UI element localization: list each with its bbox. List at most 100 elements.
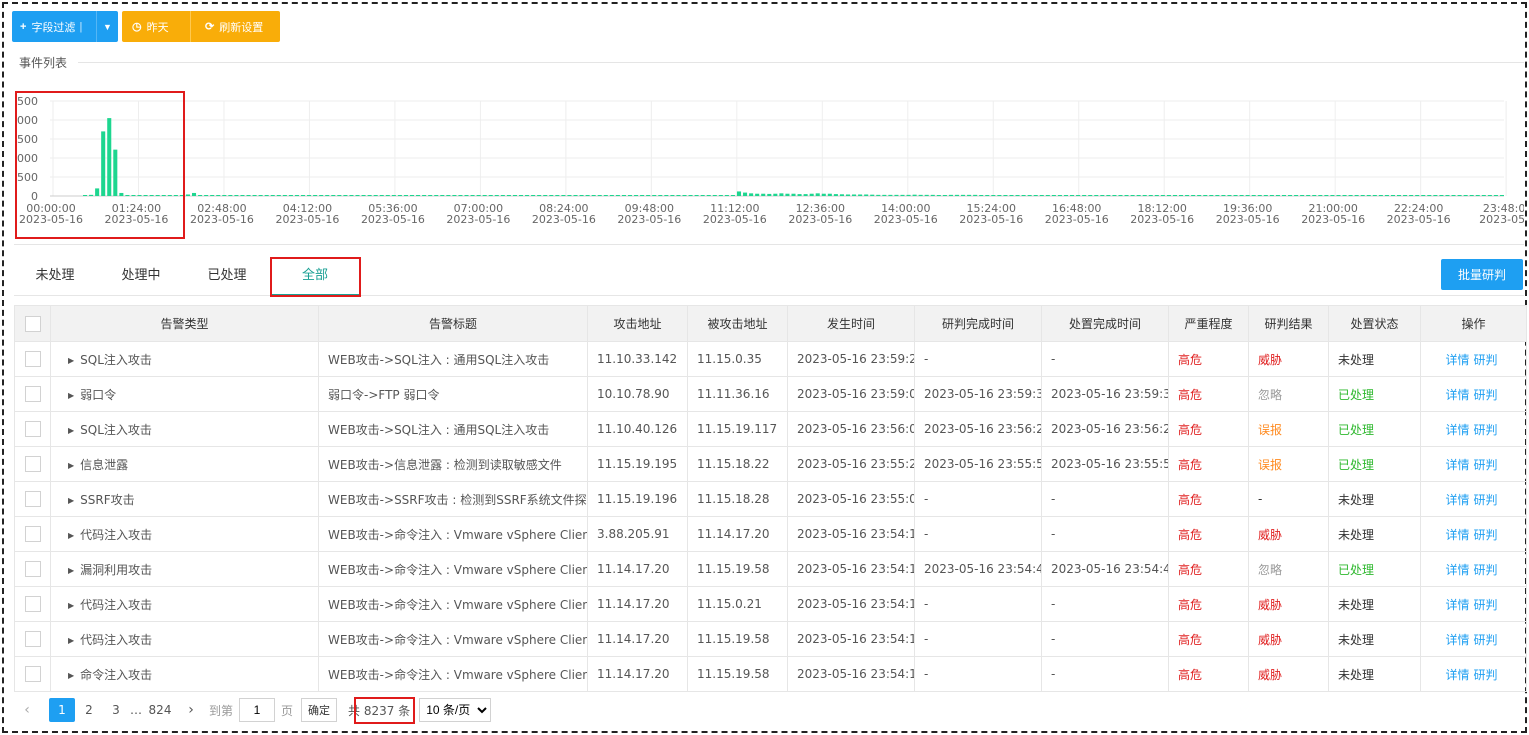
row-select-cell (14, 481, 51, 517)
histogram-bar (131, 195, 136, 196)
field-filter-button[interactable]: + 字段过滤 | (12, 11, 96, 42)
histogram-bar (985, 195, 990, 196)
judge-link[interactable]: 研判 (1474, 388, 1498, 402)
histogram-bar (1166, 195, 1171, 196)
histogram-bar (1045, 195, 1050, 196)
row-checkbox[interactable] (24, 561, 41, 577)
select-all-checkbox[interactable] (24, 315, 41, 332)
page-last[interactable]: 824 (147, 698, 173, 722)
histogram-bar (694, 195, 699, 196)
histogram-bar (912, 194, 917, 196)
expand-caret-icon[interactable]: ▶ (68, 391, 74, 400)
expand-caret-icon[interactable]: ▶ (68, 496, 74, 505)
histogram-bar (603, 195, 608, 196)
histogram-bar (319, 195, 324, 196)
yesterday-button[interactable]: ◷ 昨天 (122, 11, 190, 42)
detail-link[interactable]: 详情 (1445, 388, 1469, 402)
histogram-bar (494, 195, 499, 196)
page-size-select[interactable]: 10 条/页 (419, 698, 492, 722)
histogram-bar (101, 131, 106, 196)
histogram-bar (706, 195, 711, 196)
goto-page-input[interactable] (239, 698, 276, 722)
detail-link[interactable]: 详情 (1445, 528, 1469, 542)
row-checkbox[interactable] (24, 351, 41, 367)
detail-link[interactable]: 详情 (1445, 563, 1469, 577)
row-checkbox[interactable] (24, 526, 41, 542)
detail-link[interactable]: 详情 (1445, 353, 1469, 367)
judge-result: 威胁 (1248, 586, 1329, 622)
row-checkbox[interactable] (24, 631, 41, 647)
histogram-bar (191, 192, 197, 196)
detail-link[interactable]: 详情 (1445, 633, 1469, 647)
histogram-bar (1070, 195, 1075, 196)
judge-link[interactable]: 研判 (1474, 493, 1498, 507)
judge-link[interactable]: 研判 (1474, 528, 1498, 542)
expand-caret-icon[interactable]: ▶ (68, 671, 74, 680)
judge-link[interactable]: 研判 (1474, 563, 1498, 577)
detail-link[interactable]: 详情 (1445, 458, 1469, 472)
alert-type-cell: ▶ 代码注入攻击 (50, 516, 319, 552)
histogram-bar (198, 195, 203, 196)
row-checkbox[interactable] (24, 666, 41, 682)
alert-type: 代码注入攻击 (80, 632, 153, 647)
expand-caret-icon[interactable]: ▶ (68, 601, 74, 610)
detail-link[interactable]: 详情 (1445, 668, 1469, 682)
refresh-settings-button[interactable]: ⟳ 刷新设置 (190, 11, 280, 42)
handle-status: 已处理 (1328, 551, 1421, 587)
next-page-icon[interactable]: › (178, 698, 204, 722)
row-checkbox[interactable] (24, 596, 41, 612)
row-checkbox[interactable] (24, 491, 41, 507)
judge-link[interactable]: 研判 (1474, 668, 1498, 682)
expand-caret-icon[interactable]: ▶ (68, 531, 74, 540)
detail-link[interactable]: 详情 (1445, 493, 1469, 507)
detail-link[interactable]: 详情 (1445, 423, 1469, 437)
histogram-bar (1439, 195, 1444, 196)
x-tick-date: 2023-05-16 (532, 213, 596, 226)
prev-page-icon[interactable]: ‹ (14, 698, 40, 722)
row-checkbox[interactable] (24, 456, 41, 472)
page-2[interactable]: 2 (76, 698, 102, 722)
expand-caret-icon[interactable]: ▶ (68, 461, 74, 470)
actions-cell: 详情 研判 (1420, 481, 1527, 517)
expand-caret-icon[interactable]: ▶ (68, 426, 74, 435)
tab-unprocessed[interactable]: 未处理 (24, 258, 86, 296)
expand-caret-icon[interactable]: ▶ (68, 566, 74, 575)
histogram-bar (1076, 195, 1081, 196)
judge-link[interactable]: 研判 (1474, 458, 1498, 472)
y-tick-label: 000 (17, 152, 38, 165)
histogram-bar (1179, 195, 1184, 196)
row-checkbox[interactable] (24, 421, 41, 437)
field-filter-dropdown[interactable]: ▼ (96, 11, 118, 42)
goto-confirm-button[interactable]: 确定 (301, 698, 338, 722)
histogram-bar (1336, 195, 1341, 196)
page-1[interactable]: 1 (49, 698, 75, 722)
tab-processing[interactable]: 处理中 (110, 258, 172, 296)
histogram-bar (446, 195, 451, 196)
judge-link[interactable]: 研判 (1474, 353, 1498, 367)
histogram-bar (894, 194, 899, 196)
judge-link[interactable]: 研判 (1474, 598, 1498, 612)
histogram-bar (258, 195, 263, 196)
tab-processed[interactable]: 已处理 (196, 258, 258, 296)
detail-link[interactable]: 详情 (1445, 598, 1469, 612)
histogram-bar (1487, 195, 1492, 196)
actions-cell: 详情 研判 (1420, 376, 1527, 412)
histogram-bar (282, 195, 287, 196)
histogram-bar (1384, 195, 1389, 196)
histogram-bar (1251, 195, 1256, 196)
expand-caret-icon[interactable]: ▶ (68, 636, 74, 645)
judge-link[interactable]: 研判 (1474, 633, 1498, 647)
occur-time: 2023-05-16 23:55:05 (787, 481, 915, 517)
judge-link[interactable]: 研判 (1474, 423, 1498, 437)
y-tick-label: 500 (17, 95, 38, 108)
histogram-bar (385, 195, 390, 196)
tab-all[interactable]: 全部 (271, 258, 359, 296)
histogram-bar (234, 195, 239, 196)
expand-caret-icon[interactable]: ▶ (68, 356, 74, 365)
alert-type: SSRF攻击 (80, 492, 135, 507)
batch-judge-button[interactable]: 批量研判 (1441, 259, 1523, 290)
row-checkbox[interactable] (24, 386, 41, 402)
histogram-bar (888, 194, 893, 196)
page-3[interactable]: 3 (103, 698, 129, 722)
histogram-bar (1082, 195, 1087, 196)
